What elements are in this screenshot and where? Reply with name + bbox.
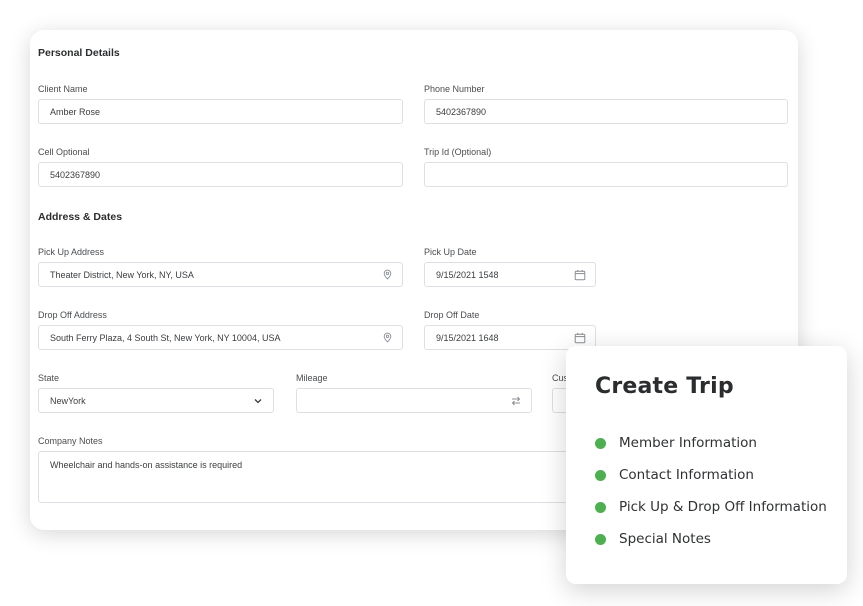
step-pickup-dropoff-information: Pick Up & Drop Off Information	[595, 499, 827, 515]
pickup-address-value: Theater District, New York, NY, USA	[50, 269, 194, 280]
pickup-date-value: 9/15/2021 1548	[436, 269, 499, 280]
step-dot-icon	[595, 533, 606, 545]
dropoff-address-label: Drop Off Address	[38, 310, 107, 320]
phone-number-input[interactable]: 5402367890	[424, 99, 788, 124]
pickup-date-label: Pick Up Date	[424, 247, 477, 257]
location-pin-icon	[380, 268, 394, 282]
company-notes-label: Company Notes	[38, 436, 103, 446]
step-special-notes: Special Notes	[595, 531, 711, 547]
step-label: Pick Up & Drop Off Information	[619, 499, 827, 515]
create-trip-popup: Create Trip Member Information Contact I…	[566, 346, 847, 584]
popup-title: Create Trip	[595, 374, 734, 399]
pickup-address-label: Pick Up Address	[38, 247, 105, 257]
cell-optional-value: 5402367890	[50, 169, 101, 180]
pickup-address-input[interactable]: Theater District, New York, NY, USA	[38, 262, 403, 287]
company-notes-textarea[interactable]: Wheelchair and hands-on assistance is re…	[38, 451, 658, 503]
dropoff-address-value: South Ferry Plaza, 4 South St, New York,…	[50, 332, 281, 343]
client-name-value: Amber Rose	[50, 106, 101, 117]
step-contact-information: Contact Information	[595, 467, 754, 483]
client-name-input[interactable]: Amber Rose	[38, 99, 403, 124]
location-pin-icon	[380, 331, 394, 345]
chevron-down-icon	[251, 394, 265, 408]
mileage-label: Mileage	[296, 373, 328, 383]
dropoff-date-label: Drop Off Date	[424, 310, 480, 320]
step-member-information: Member Information	[595, 435, 757, 451]
phone-number-value: 5402367890	[436, 106, 487, 117]
cell-optional-label: Cell Optional	[38, 147, 90, 157]
swap-icon	[509, 394, 523, 408]
step-label: Member Information	[619, 435, 757, 451]
client-name-label: Client Name	[38, 84, 88, 94]
section-title-personal: Personal Details	[38, 47, 120, 59]
cell-optional-input[interactable]: 5402367890	[38, 162, 403, 187]
step-label: Special Notes	[619, 531, 711, 547]
pickup-date-input[interactable]: 9/15/2021 1548	[424, 262, 596, 287]
state-value: NewYork	[50, 395, 86, 406]
step-dot-icon	[595, 469, 606, 481]
state-label: State	[38, 373, 60, 383]
step-dot-icon	[595, 437, 606, 449]
section-title-address: Address & Dates	[38, 211, 123, 223]
step-label: Contact Information	[619, 467, 754, 483]
dropoff-date-value: 9/15/2021 1648	[436, 332, 499, 343]
phone-number-label: Phone Number	[424, 84, 485, 94]
step-dot-icon	[595, 501, 606, 513]
calendar-icon[interactable]	[573, 331, 587, 345]
calendar-icon[interactable]	[573, 268, 587, 282]
state-select[interactable]: NewYork	[38, 388, 274, 413]
dropoff-address-input[interactable]: South Ferry Plaza, 4 South St, New York,…	[38, 325, 403, 350]
mileage-input[interactable]	[296, 388, 532, 413]
trip-id-input[interactable]	[424, 162, 788, 187]
trip-id-label: Trip Id (Optional)	[424, 147, 492, 157]
